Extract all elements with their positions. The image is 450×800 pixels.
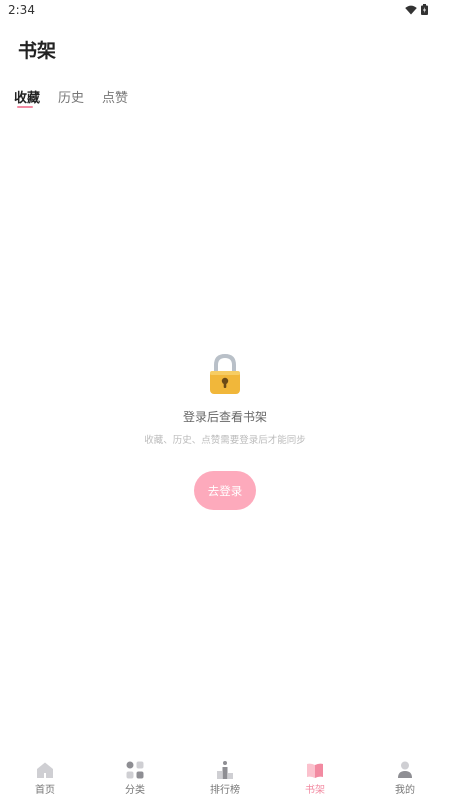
bottom-nav: 首页 分类 排行榜 书架 我的 bbox=[0, 750, 450, 800]
tab-history[interactable]: 历史 bbox=[58, 87, 84, 106]
tab-likes[interactable]: 点赞 bbox=[102, 87, 128, 106]
tab-label: 历史 bbox=[58, 91, 85, 106]
nav-item-home[interactable]: 首页 bbox=[0, 750, 90, 800]
tab-label: 收藏 bbox=[14, 91, 41, 106]
empty-state-subtitle: 收藏、历史、点赞需要登录后才能同步 bbox=[144, 435, 306, 446]
status-bar: 2:34 bbox=[0, 0, 450, 22]
empty-state-title: 登录后查看书架 bbox=[182, 410, 267, 424]
ranking-icon bbox=[217, 761, 233, 779]
tab-active-indicator bbox=[17, 106, 33, 108]
wifi-icon bbox=[405, 5, 417, 14]
page-title: 书架 bbox=[18, 40, 57, 62]
bookshelf-icon bbox=[307, 763, 323, 778]
nav-label: 排行榜 bbox=[210, 785, 240, 796]
status-icons bbox=[405, 4, 428, 15]
tab-label: 点赞 bbox=[102, 91, 129, 106]
home-icon bbox=[37, 762, 53, 778]
lock-icon bbox=[210, 353, 240, 394]
nav-item-ranking[interactable]: 排行榜 bbox=[180, 750, 270, 800]
nav-item-category[interactable]: 分类 bbox=[90, 750, 180, 800]
tab-favorites[interactable]: 收藏 bbox=[14, 87, 41, 108]
nav-label: 分类 bbox=[125, 785, 145, 796]
empty-state: 登录后查看书架 收藏、历史、点赞需要登录后才能同步 bbox=[0, 352, 450, 446]
nav-item-profile[interactable]: 我的 bbox=[360, 750, 450, 800]
category-icon bbox=[126, 761, 144, 779]
tab-bar: 收藏 历史 点赞 bbox=[14, 87, 128, 108]
nav-label: 我的 bbox=[395, 785, 415, 796]
nav-item-bookshelf[interactable]: 书架 bbox=[270, 750, 360, 800]
nav-label: 书架 bbox=[305, 785, 325, 796]
nav-label: 首页 bbox=[35, 785, 55, 796]
login-button[interactable]: 去登录 bbox=[194, 471, 256, 510]
status-time: 2:34 bbox=[8, 3, 35, 17]
battery-icon bbox=[421, 4, 428, 15]
profile-icon bbox=[398, 761, 412, 778]
